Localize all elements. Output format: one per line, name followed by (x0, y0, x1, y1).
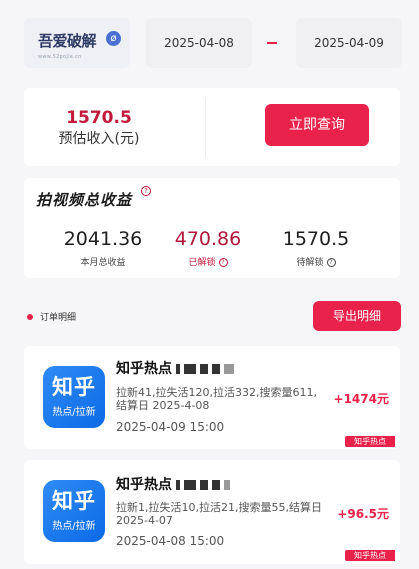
monthly-total-label: 本月总收益 (80, 258, 126, 268)
app-icon-title: 知乎 (52, 489, 96, 513)
order-stats: 拉新41,拉失活120,拉活332,搜索量611,结算日 2025-4-08 (116, 386, 317, 412)
orders-section-title: 订单明细 (40, 313, 77, 323)
logo-subtext: www.52pojie.cn (38, 54, 82, 60)
monthly-total-value: 2041.36 (63, 228, 143, 250)
section-dot-icon (27, 314, 33, 320)
redaction-mark (176, 364, 180, 374)
pending-label: 待解锁 (296, 258, 324, 268)
unlocked-label: 已解锁 (188, 258, 216, 268)
estimated-income-label: 预估收入(元) (58, 131, 140, 147)
redaction-mark (176, 480, 180, 490)
order-time: 2025-04-08 15:00 (116, 534, 225, 548)
zhihu-app-icon: 知乎 热点/拉新 (43, 366, 105, 428)
order-amount: +1474元 (333, 392, 389, 406)
logo-mark-icon: ø (106, 31, 121, 46)
redaction-mark (224, 364, 234, 374)
redaction-mark (200, 364, 208, 374)
start-date-field[interactable]: 2025-04-08 (146, 18, 252, 68)
order-title-group: 知乎热点 (116, 474, 230, 494)
logo-text: 吾爱破解 (38, 32, 97, 50)
pending-label-group: 待解锁? (261, 255, 371, 268)
redaction-mark (184, 364, 196, 374)
earnings-title: 拍视频总收益 (36, 191, 133, 209)
pending-help-icon[interactable]: ? (326, 258, 336, 267)
app-icon-subtitle: 热点/拉新 (52, 521, 96, 532)
query-card-divider (205, 97, 206, 157)
redaction-mark (212, 364, 220, 374)
query-now-button[interactable]: 立即查询 (265, 104, 369, 146)
order-title-group: 知乎热点 (116, 358, 234, 378)
date-range-separator (267, 42, 277, 44)
order-title: 知乎热点 (116, 477, 172, 493)
order-title: 知乎热点 (116, 361, 172, 377)
redaction-mark (184, 480, 196, 490)
unlocked-value: 470.86 (174, 228, 242, 250)
order-time: 2025-04-09 15:00 (116, 420, 225, 434)
pending-value: 1570.5 (282, 228, 350, 250)
app-icon-subtitle: 热点/拉新 (52, 407, 96, 418)
unlocked-help-icon[interactable]: ? (218, 258, 228, 267)
redaction-mark (224, 480, 230, 490)
unlocked-label-group: 已解锁? (153, 255, 263, 268)
end-date-field[interactable]: 2025-04-09 (296, 18, 402, 68)
order-stats: 拉新1,拉失活10,拉活21,搜索量55,结算日 2025-4-07 (116, 501, 322, 527)
logo-badge: 吾爱破解 ø www.52pojie.cn (24, 18, 130, 68)
app-icon-title: 知乎 (52, 375, 96, 399)
order-amount: +96.5元 (337, 507, 389, 521)
export-details-button[interactable]: 导出明细 (313, 301, 401, 331)
earnings-help-icon[interactable]: ? (141, 186, 151, 196)
estimated-income-value: 1570.5 (66, 108, 132, 128)
redaction-mark (212, 480, 220, 490)
redaction-mark (200, 480, 208, 490)
order-tag: 知乎热点 (345, 436, 395, 447)
zhihu-app-icon: 知乎 热点/拉新 (43, 480, 105, 542)
order-tag: 知乎热点 (345, 550, 395, 561)
